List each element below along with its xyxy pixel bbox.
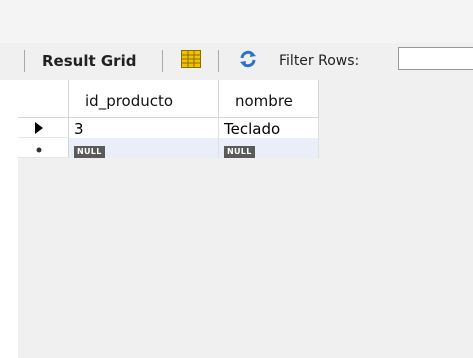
- top-band: [0, 0, 473, 43]
- grid-cell-id-producto[interactable]: 3: [69, 118, 219, 138]
- null-badge: NULL: [74, 146, 105, 158]
- grid-corner-header[interactable]: [18, 80, 69, 118]
- toolbar-separator: [162, 50, 163, 72]
- new-row-cell-id-producto[interactable]: NULL: [69, 138, 219, 158]
- toolbar-separator: [24, 50, 25, 72]
- filter-rows-label: Filter Rows:: [279, 53, 360, 69]
- row-pointer-icon: [35, 122, 43, 134]
- grid-cell-nombre[interactable]: Teclado: [219, 118, 319, 138]
- row-header[interactable]: [18, 118, 69, 138]
- result-grid: id_producto nombre 3 Teclado NULL NULL: [18, 80, 473, 358]
- form-grid-icon[interactable]: [181, 50, 201, 68]
- filter-rows-input[interactable]: [398, 47, 473, 70]
- new-row-asterisk-icon: [36, 147, 42, 153]
- toolbar-separator: [218, 50, 219, 72]
- new-row-header[interactable]: [18, 138, 69, 158]
- result-grid-label[interactable]: Result Grid: [42, 52, 136, 70]
- refresh-icon[interactable]: [238, 49, 258, 69]
- null-badge: NULL: [224, 146, 255, 158]
- new-row-cell-nombre[interactable]: NULL: [219, 138, 319, 158]
- column-header-nombre[interactable]: nombre: [219, 80, 319, 118]
- column-header-id-producto[interactable]: id_producto: [69, 80, 219, 118]
